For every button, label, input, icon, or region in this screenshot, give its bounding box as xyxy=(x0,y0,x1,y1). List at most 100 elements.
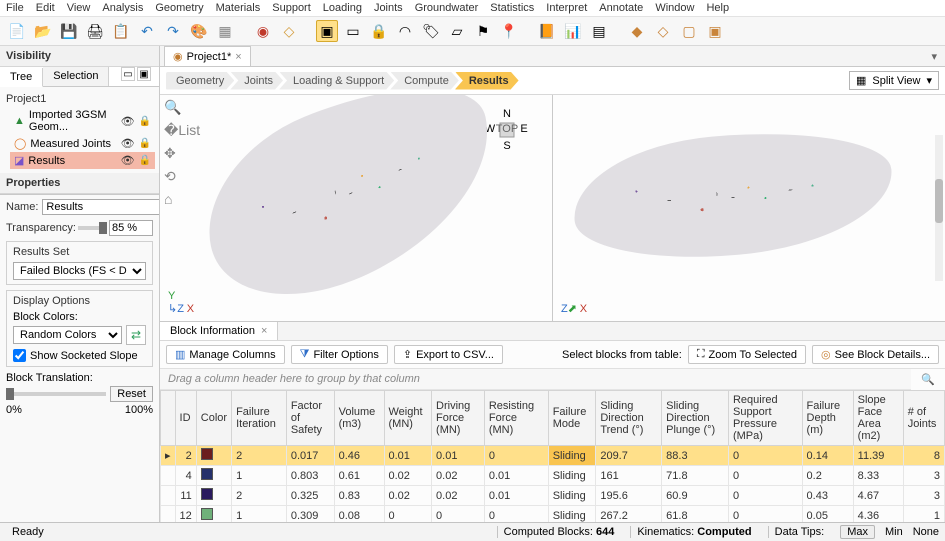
tab-selection[interactable]: Selection xyxy=(43,67,109,86)
viewport-left[interactable]: 🔍 �List ✥ ⟲ ⌂ N S E W TOP Y ↳Z X xyxy=(160,95,553,321)
menu-file[interactable]: File xyxy=(6,2,24,14)
see-block-details-button[interactable]: ◎See Block Details... xyxy=(812,345,939,364)
socketed-checkbox[interactable] xyxy=(13,349,26,362)
column-header[interactable]: Volume (m3) xyxy=(334,391,384,446)
filter-options-button[interactable]: ⧩Filter Options xyxy=(291,345,388,364)
eraser-icon[interactable]: ▱ xyxy=(446,20,468,42)
shape2-icon[interactable]: ◇ xyxy=(652,20,674,42)
menu-support[interactable]: Support xyxy=(272,2,311,14)
transparency-slider[interactable] xyxy=(78,226,105,230)
collapse-icon[interactable]: ▭ xyxy=(121,67,135,81)
table-icon[interactable]: ▤ xyxy=(588,20,610,42)
step-compute[interactable]: Compute xyxy=(390,72,459,90)
zoom-to-selected-button[interactable]: ⛶Zoom To Selected xyxy=(688,345,806,364)
column-header[interactable]: Factor of Safety xyxy=(286,391,334,446)
tree-item[interactable]: ◪Results👁🔒 xyxy=(10,152,155,169)
column-header[interactable]: Resisting Force (MN) xyxy=(484,391,548,446)
column-header[interactable]: Failure Mode xyxy=(548,391,596,446)
eye-icon[interactable]: 👁 xyxy=(121,137,135,150)
copy-icon[interactable]: 📋 xyxy=(110,20,132,42)
cube-red-icon[interactable]: ◉ xyxy=(252,20,274,42)
tag-icon[interactable]: 🏷 xyxy=(420,20,442,42)
tree-item[interactable]: ▲Imported 3GSM Geom...👁🔒 xyxy=(10,107,155,135)
vertical-scrollbar[interactable] xyxy=(935,135,943,281)
home-icon[interactable]: ⌂ xyxy=(164,191,200,207)
step-results[interactable]: Results xyxy=(455,72,519,90)
column-header[interactable]: Slope Face Area (m2) xyxy=(853,391,903,446)
zoom-fit-icon[interactable]: �List xyxy=(164,122,200,139)
tree-project[interactable]: Project1 xyxy=(4,91,155,107)
redo-icon[interactable]: ↷ xyxy=(162,20,184,42)
transparency-value[interactable] xyxy=(109,220,153,236)
chart-icon[interactable]: 📊 xyxy=(562,20,584,42)
dropdown-icon[interactable]: ▾ xyxy=(923,50,945,63)
menu-window[interactable]: Window xyxy=(655,2,694,14)
doc-tab-project1[interactable]: ◉ Project1* × xyxy=(164,46,251,66)
menu-interpret[interactable]: Interpret xyxy=(546,2,587,14)
pan-icon[interactable]: ✥ xyxy=(164,145,200,162)
menu-joints[interactable]: Joints xyxy=(374,2,403,14)
lasso-icon[interactable]: ◠ xyxy=(394,20,416,42)
column-header[interactable]: Color xyxy=(196,391,231,446)
book-icon[interactable]: 📙 xyxy=(536,20,558,42)
menu-view[interactable]: View xyxy=(67,2,91,14)
save-icon[interactable]: 💾 xyxy=(58,20,80,42)
column-header[interactable]: ID xyxy=(175,391,196,446)
split-view-select[interactable]: ▦ Split View ▾ xyxy=(849,71,939,90)
step-geometry[interactable]: Geometry xyxy=(166,72,234,90)
grid-icon[interactable]: ▦ xyxy=(214,20,236,42)
block-translation-slider[interactable] xyxy=(6,392,106,396)
shape1-icon[interactable]: ◆ xyxy=(626,20,648,42)
cube-outline-icon[interactable]: ◇ xyxy=(278,20,300,42)
open-icon[interactable]: 📂 xyxy=(32,20,54,42)
shuffle-icon[interactable]: ⇄ xyxy=(126,325,146,345)
viewport-right[interactable]: Z⬈ X xyxy=(553,95,945,321)
color-wheel-icon[interactable]: 🎨 xyxy=(188,20,210,42)
print-icon[interactable]: 🖨 xyxy=(84,20,106,42)
datatip-max[interactable]: Max xyxy=(840,525,875,539)
tree-item[interactable]: ◯Measured Joints👁🔒 xyxy=(10,135,155,152)
lock-icon[interactable]: 🔒 xyxy=(139,116,151,127)
datatip-min[interactable]: Min xyxy=(885,526,903,538)
undo-icon[interactable]: ↶ xyxy=(136,20,158,42)
select-icon[interactable]: ▣ xyxy=(316,20,338,42)
menu-loading[interactable]: Loading xyxy=(323,2,362,14)
eye-icon[interactable]: 👁 xyxy=(121,115,135,128)
menu-statistics[interactable]: Statistics xyxy=(490,2,534,14)
tab-block-information[interactable]: Block Information × xyxy=(160,322,278,340)
column-header[interactable]: # of Joints xyxy=(903,391,944,446)
menu-help[interactable]: Help xyxy=(706,2,729,14)
shape3-icon[interactable]: ▢ xyxy=(678,20,700,42)
expand-icon[interactable]: ▣ xyxy=(137,67,151,81)
zoom-in-icon[interactable]: 🔍 xyxy=(164,99,200,116)
name-input[interactable] xyxy=(42,199,159,215)
table-row[interactable]: 410.8030.610.020.020.01Sliding16171.800.… xyxy=(161,466,945,486)
menu-geometry[interactable]: Geometry xyxy=(155,2,203,14)
table-row[interactable]: ▸220.0170.460.010.010Sliding209.788.300.… xyxy=(161,446,945,466)
results-set-select[interactable]: Failed Blocks (FS < Design FS) xyxy=(13,262,146,280)
datatip-none[interactable]: None xyxy=(913,526,939,538)
reset-button[interactable]: Reset xyxy=(110,386,153,402)
lock-icon[interactable]: 🔒 xyxy=(139,138,151,149)
column-header[interactable]: Failure Iteration xyxy=(232,391,287,446)
new-icon[interactable]: 📄 xyxy=(6,20,28,42)
shape4-icon[interactable]: ▣ xyxy=(704,20,726,42)
search-icon[interactable]: 🔍 xyxy=(911,373,945,386)
lock-add-icon[interactable]: 🔒 xyxy=(368,20,390,42)
menu-materials[interactable]: Materials xyxy=(216,2,261,14)
tab-tree[interactable]: Tree xyxy=(0,68,43,87)
column-header[interactable]: Driving Force (MN) xyxy=(432,391,485,446)
menu-groundwater[interactable]: Groundwater xyxy=(415,2,479,14)
menu-analysis[interactable]: Analysis xyxy=(102,2,143,14)
step-joints[interactable]: Joints xyxy=(230,72,283,90)
export-csv-button[interactable]: ⇪Export to CSV... xyxy=(394,345,503,364)
flag-icon[interactable]: ⚑ xyxy=(472,20,494,42)
table-row[interactable]: 1210.3090.08000Sliding267.261.800.054.36… xyxy=(161,506,945,523)
menu-annotate[interactable]: Annotate xyxy=(599,2,643,14)
manage-columns-button[interactable]: ▥Manage Columns xyxy=(166,345,285,364)
pointer-icon[interactable]: ▭ xyxy=(342,20,364,42)
column-header[interactable]: Failure Depth (m) xyxy=(802,391,853,446)
close-icon[interactable]: × xyxy=(261,325,267,337)
close-icon[interactable]: × xyxy=(235,51,241,63)
table-row[interactable]: 1120.3250.830.020.020.01Sliding195.660.9… xyxy=(161,486,945,506)
